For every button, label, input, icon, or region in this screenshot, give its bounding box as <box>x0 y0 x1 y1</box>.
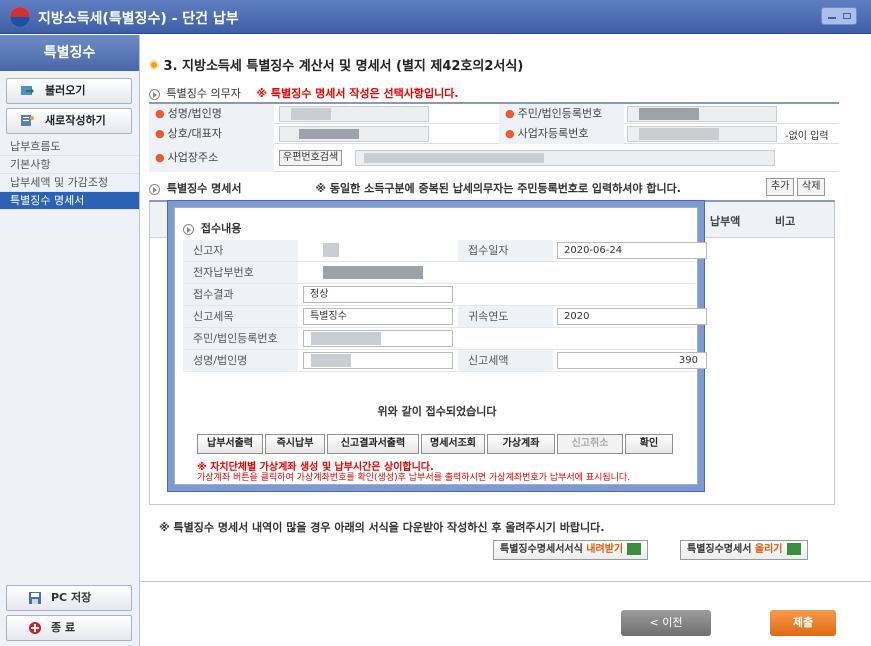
window-controls[interactable] <box>821 7 857 25</box>
print-payment-button[interactable]: 납부서출력 <box>197 434 263 454</box>
amount-column-header: 납부액 <box>710 215 741 228</box>
biz-no-label: ● 사업자등록번호 <box>499 124 624 144</box>
dialog-row: 신고자 접수일자 2020-06-24 <box>183 240 707 262</box>
no-dash-note: -없이 입력 <box>785 131 829 142</box>
name-label: ● 성명/법인명 <box>149 104 274 124</box>
pc-save-label: PC 저장 <box>51 591 92 604</box>
new-document-label: 새로작성하기 <box>45 114 106 127</box>
virtual-account-guide: 가상계좌 버튼을 클릭하여 가상계좌번호를 확인(생성)후 납부서를 출력하시면… <box>197 473 631 483</box>
excel-icon <box>627 543 642 555</box>
redacted-value <box>299 129 359 139</box>
redacted-value <box>364 153 544 163</box>
sidebar-item-basic-info[interactable]: 기본사항 <box>0 156 139 174</box>
name-label: 성명/법인명 <box>183 350 298 371</box>
dialog-row: 성명/법인명 신고세액 390 <box>183 350 707 372</box>
tax-year-label: 귀속연도 <box>458 306 553 327</box>
sidebar-item-withholding-statement[interactable]: 특별징수 명세서 <box>0 192 139 210</box>
submit-button[interactable]: 제출 <box>770 610 836 636</box>
save-disk-icon <box>29 592 41 604</box>
obligor-warning: ※ 특별징수 명세서 작성은 선택사항입니다. <box>256 87 459 100</box>
new-document-icon <box>21 115 34 126</box>
cancel-report-button: 신고취소 <box>557 434 623 454</box>
address-label: ● 사업장주소 <box>149 144 274 172</box>
new-document-button[interactable]: 새로작성하기 <box>6 108 132 134</box>
redacted-value <box>639 128 719 140</box>
sidebar: 특별징수 불러오기 새로작성하기 납부흐름도 기본사항 납부세액 및 가감조정 … <box>0 35 140 646</box>
zip-search-button[interactable]: 우편번호검색 <box>279 150 343 166</box>
pay-now-button[interactable]: 즉시납부 <box>265 434 325 454</box>
delete-row-button[interactable]: 삭제 <box>797 178 826 196</box>
form-row: ● 성명/법인명 ● 주민/법인등록번호 <box>149 104 839 124</box>
dialog-row: 접수결과 정상 <box>183 284 695 306</box>
obligor-form: ● 성명/법인명 ● 주민/법인등록번호 ● 상호/대표자 ● 사업자등록번호 -없이 … <box>149 102 839 172</box>
section-title: 3. 지방소득세 특별징수 계산서 및 명세서 (별지 제42호의2서식) <box>149 55 523 74</box>
load-button[interactable]: 불러오기 <box>6 78 132 104</box>
detail-subheader: 특별징수 명세서 ※ 동일한 소득구분에 중복된 납세의무자는 주민등록번호로 … <box>149 180 681 196</box>
dialog-row: 전자납부번호 <box>183 262 695 284</box>
reporter-label: 신고자 <box>183 240 298 261</box>
obligor-subheader: 특별징수 의무자 ※ 특별징수 명세서 작성은 선택사항입니다. <box>149 85 459 101</box>
receipt-date-field: 2020-06-24 <box>557 242 707 259</box>
detail-note: ※ 동일한 소득구분에 중복된 납세의무자는 주민등록번호로 입력하셔야 합니다… <box>315 182 681 195</box>
exit-icon <box>29 622 41 634</box>
receipt-dialog-body: 접수내용 신고자 접수일자 2020-06-24 전자납부번호 접수결과 정상 … <box>174 207 707 485</box>
divider <box>141 581 871 582</box>
e-pay-no-label: 전자납부번호 <box>183 262 298 283</box>
tax-amount-label: 신고세액 <box>458 350 553 371</box>
pc-save-button[interactable]: PC 저장 <box>6 585 132 611</box>
virtual-account-button[interactable]: 가상계좌 <box>487 434 555 454</box>
result-label: 접수결과 <box>183 284 298 305</box>
sidebar-header: 특별징수 <box>0 35 139 71</box>
form-row: ● 사업장주소 우편번호검색 <box>149 144 839 172</box>
arrow-circle-icon <box>149 183 160 195</box>
upload-statement-button[interactable]: 특별징수명세서 올리기 <box>680 540 808 560</box>
receipt-date-label: 접수일자 <box>458 240 553 261</box>
arrow-circle-icon <box>183 223 194 235</box>
dialog-row: 주민/법인등록번호 <box>183 328 695 350</box>
window-title: 지방소득세(특별징수) - 단건 납부 <box>38 11 239 27</box>
print-result-button[interactable]: 신고결과서출력 <box>327 434 419 454</box>
redacted-value <box>311 354 351 367</box>
receipt-message: 위와 같이 접수되었습니다 <box>377 405 497 418</box>
redacted-value <box>311 332 381 345</box>
add-row-button[interactable]: 추가 <box>766 178 795 196</box>
result-field: 정상 <box>303 286 453 303</box>
section-bullet-icon <box>149 60 159 70</box>
load-label: 불러오기 <box>45 84 86 97</box>
minimize-icon[interactable] <box>828 17 836 19</box>
bulk-note: ※ 특별징수 명세서 내역이 많을 경우 아래의 서식을 다운받아 작성하신 후… <box>159 521 605 534</box>
tax-amount-field: 390 <box>557 352 707 369</box>
tax-item-field: 특별징수 <box>303 308 453 325</box>
view-statement-button[interactable]: 명세서조회 <box>421 434 485 454</box>
dialog-title: 접수내용 <box>183 220 241 236</box>
maximize-icon[interactable] <box>843 13 851 19</box>
window-titlebar: 지방소득세(특별징수) - 단건 납부 <box>0 0 871 34</box>
confirm-button[interactable]: 확인 <box>625 434 673 454</box>
app-logo-icon <box>10 7 30 27</box>
exit-label: 종 료 <box>51 621 76 634</box>
form-row: ● 상호/대표자 ● 사업자등록번호 -없이 입력 <box>149 124 839 144</box>
dialog-row: 신고세목 특별징수 귀속연도 2020 <box>183 306 707 328</box>
folder-open-icon <box>21 86 34 95</box>
excel-icon <box>786 543 801 555</box>
download-template-button[interactable]: 특별징수명세서서식 내려받기 <box>493 540 649 560</box>
redacted-value <box>323 266 423 279</box>
tax-item-label: 신고세목 <box>183 306 298 327</box>
tax-year-field: 2020 <box>557 308 707 325</box>
receipt-dialog: 접수내용 신고자 접수일자 2020-06-24 전자납부번호 접수결과 정상 … <box>167 200 707 492</box>
note-column-header: 비고 <box>775 215 796 228</box>
sidebar-item-tax-adjustment[interactable]: 납부세액 및 가감조정 <box>0 174 139 192</box>
company-label: ● 상호/대표자 <box>149 124 274 144</box>
arrow-circle-icon <box>149 88 160 100</box>
reg-no-label: ● 주민/법인등록번호 <box>499 104 624 124</box>
sidebar-item-payment-flow[interactable]: 납부흐름도 <box>0 138 139 156</box>
exit-button[interactable]: 종 료 <box>6 615 132 641</box>
prev-button[interactable]: < 이전 <box>621 610 711 636</box>
redacted-value <box>291 108 331 120</box>
redacted-value <box>639 108 699 120</box>
reg-no-label: 주민/법인등록번호 <box>183 328 298 349</box>
redacted-value <box>323 243 339 257</box>
